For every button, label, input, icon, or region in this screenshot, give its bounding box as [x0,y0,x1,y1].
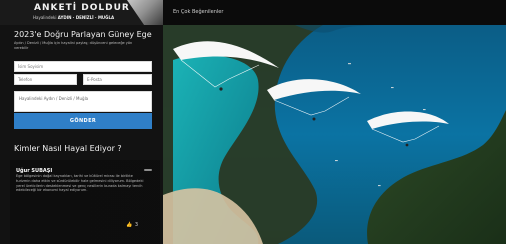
story-text: Ege bölgesinin doğal kaynakları, tarihi … [16,174,144,193]
sidebar: ANKETİ DOLDUR Hayalindeki AYDIN · DENİZL… [0,0,163,244]
like-count: 3 [134,222,139,228]
logo-subtitle-prefix: Hayalindeki [33,15,57,20]
hero-scene [163,25,506,244]
logo-subtitle: Hayalindeki AYDIN · DENİZLİ · MUĞLA [33,15,114,20]
dreams-title: Kimler Nasıl Hayal Ediyor ? [14,144,122,153]
story-scroll-indicator[interactable] [144,169,152,171]
logo-title: ANKETİ DOLDUR [34,3,130,13]
submit-button[interactable]: GÖNDER [14,113,152,129]
logo[interactable]: ANKETİ DOLDUR Hayalindeki AYDIN · DENİZL… [0,0,163,25]
dream-city-placeholder: Hayalindeki Aydın / Denizli / Muğla [19,96,89,101]
like-button[interactable]: 👍 3 [126,222,138,228]
name-input[interactable] [14,61,152,72]
email-input[interactable] [83,74,152,85]
story-card: Uğur SUBAŞI Ege bölgesinin doğal kaynakl… [10,160,160,244]
phone-input[interactable] [14,74,77,85]
thumbs-up-icon: 👍 [126,222,133,228]
survey-description: Aydın / Denizli / Muğla için hayalini pa… [14,41,133,50]
dream-city-textarea[interactable]: Hayalindeki Aydın / Denizli / Muğla [14,91,152,112]
most-liked-link[interactable]: En Çok Beğenilenler [173,9,223,15]
hero-image [163,25,506,244]
logo-subtitle-highlight: AYDIN · DENİZLİ · MUĞLA [57,15,115,20]
survey-title: 2023'e Doğru Parlayan Güney Ege [14,30,152,39]
